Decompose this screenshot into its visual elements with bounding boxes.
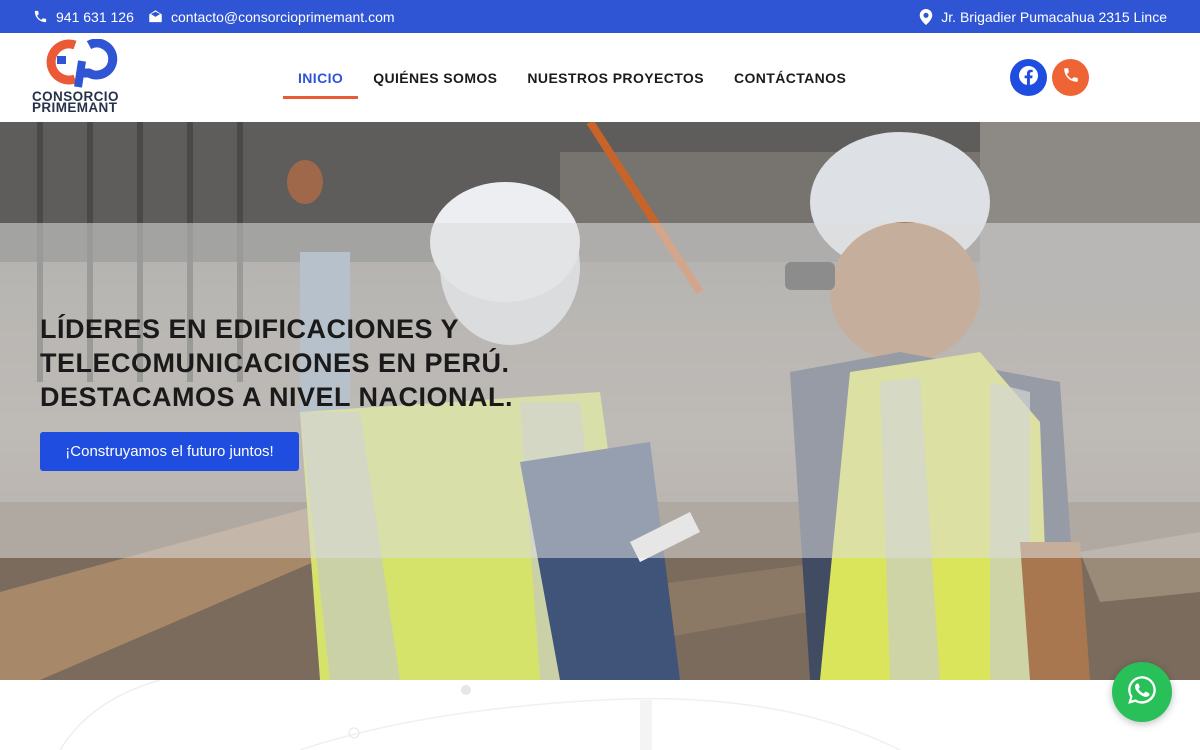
logo[interactable]: CONSORCIO PRIMEMANT <box>31 39 141 115</box>
topbar-phone[interactable]: 941 631 126 <box>33 0 134 33</box>
nav-item-nuestros-proyectos[interactable]: NUESTROS PROYECTOS <box>512 33 719 122</box>
address-text: Jr. Brigadier Pumacahua 2315 Lince <box>941 8 1167 25</box>
top-info-bar: 941 631 126 contacto@consorcioprimemant.… <box>0 0 1200 33</box>
hero-title-line: TELECOMUNICACIONES EN PERÚ. <box>40 348 510 378</box>
hero-title-line: DESTACAMOS A NIVEL NACIONAL. <box>40 382 514 412</box>
logo-text: CONSORCIO PRIMEMANT <box>32 89 119 115</box>
hero-title: LÍDERES EN EDIFICACIONES Y TELECOMUNICAC… <box>40 312 600 414</box>
cta-button[interactable]: ¡Construyamos el futuro juntos! <box>40 432 299 471</box>
nav-item-contactanos[interactable]: CONTÁCTANOS <box>719 33 861 122</box>
nav-item-inicio[interactable]: INICIO <box>283 33 359 122</box>
decorative-lines <box>59 680 901 750</box>
call-button[interactable] <box>1052 59 1089 96</box>
topbar-address[interactable]: Jr. Brigadier Pumacahua 2315 Lince <box>919 0 1167 33</box>
whatsapp-button[interactable] <box>1112 662 1172 722</box>
phone-number: 941 631 126 <box>56 8 134 25</box>
next-section <box>0 680 1200 750</box>
social-links <box>1010 59 1089 96</box>
email-address: contacto@consorcioprimemant.com <box>171 8 395 25</box>
nav-item-quienes-somos[interactable]: QUIÉNES SOMOS <box>358 33 512 122</box>
site-header: CONSORCIO PRIMEMANT INICIO QUIÉNES SOMOS… <box>0 33 1200 122</box>
phone-icon <box>1062 66 1080 89</box>
hero-section: LÍDERES EN EDIFICACIONES Y TELECOMUNICAC… <box>0 122 1200 680</box>
envelope-icon <box>148 9 163 24</box>
hero-title-line: LÍDERES EN EDIFICACIONES Y <box>40 314 460 344</box>
whatsapp-icon <box>1125 673 1159 712</box>
facebook-button[interactable] <box>1010 59 1047 96</box>
topbar-email[interactable]: contacto@consorcioprimemant.com <box>148 0 395 33</box>
main-nav: INICIO QUIÉNES SOMOS NUESTROS PROYECTOS … <box>283 33 861 122</box>
logo-mark <box>46 39 118 88</box>
map-pin-icon <box>919 8 933 25</box>
facebook-icon <box>1019 65 1038 90</box>
phone-icon <box>33 9 48 24</box>
